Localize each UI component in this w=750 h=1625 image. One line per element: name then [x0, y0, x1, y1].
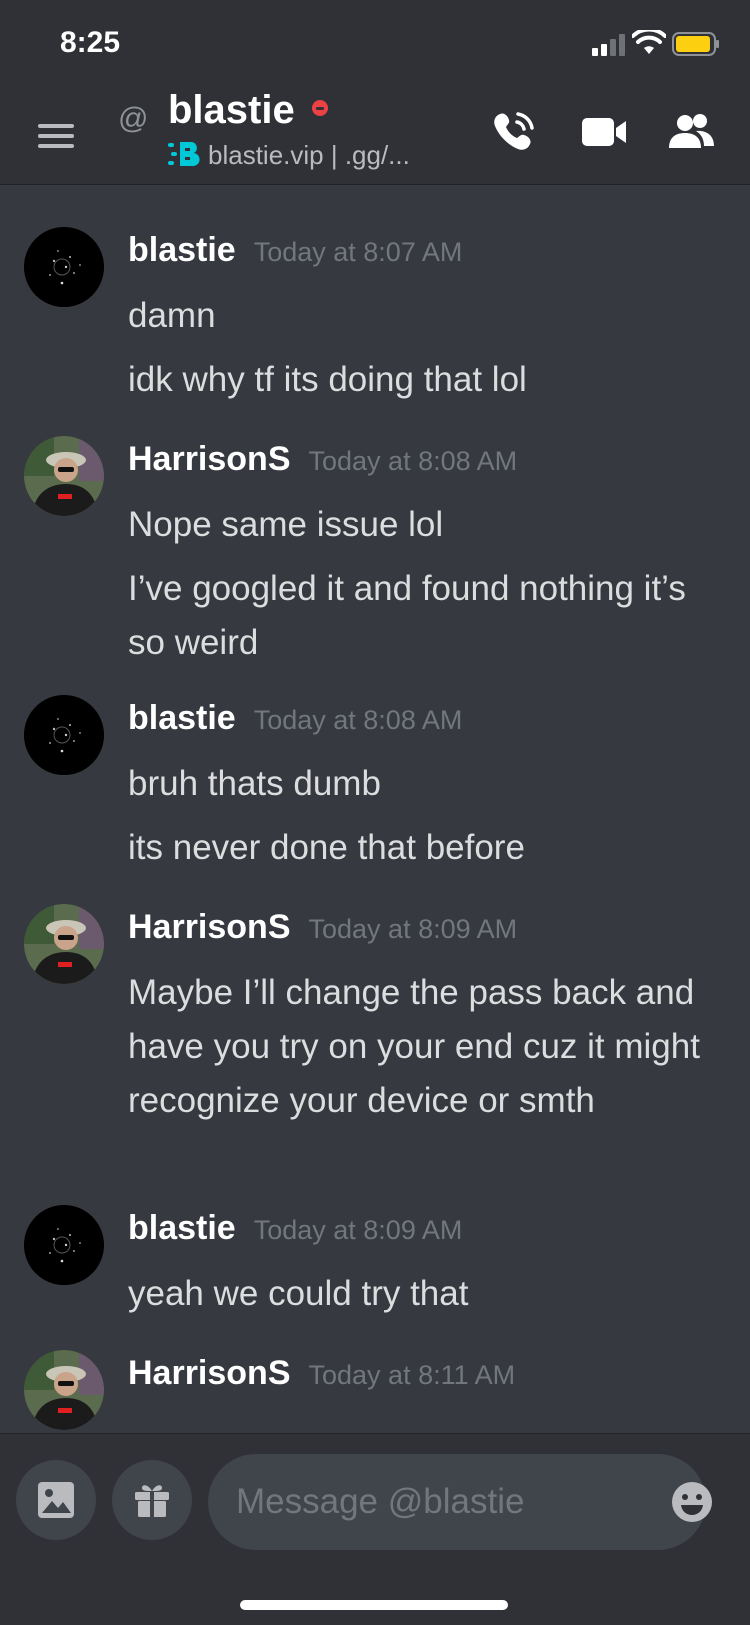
channel-header: @ blastie blastie.vip | .gg/...: [0, 88, 750, 185]
message-timestamp: Today at 8:07 AM: [253, 237, 463, 267]
home-indicator[interactable]: [240, 1600, 508, 1610]
message-content: damn idk why tf its doing that lol: [128, 289, 728, 417]
message-header: blastie Today at 8:08 AM: [128, 699, 462, 738]
wifi-icon: [632, 30, 666, 54]
emoji-icon[interactable]: [670, 1480, 714, 1524]
status-time: 8:25: [60, 26, 121, 59]
at-icon: @: [118, 102, 149, 135]
avatar-image: [24, 1350, 104, 1430]
message-header: blastie Today at 8:07 AM: [128, 231, 462, 270]
avatar[interactable]: [24, 227, 104, 307]
message-content: yeah we could try that: [128, 1267, 728, 1331]
message-content: Nope same issue lol I’ve googled it and f…: [128, 498, 728, 680]
custom-status-text: blastie.vip | .gg/...: [208, 140, 410, 170]
avatar[interactable]: [24, 904, 104, 984]
message-timestamp: Today at 8:09 AM: [253, 1215, 463, 1245]
message-author[interactable]: HarrisonS: [128, 440, 291, 478]
custom-status-icon: [168, 142, 200, 167]
avatar-image: [24, 227, 104, 307]
avatar-image: [24, 904, 104, 984]
message-text[interactable]: Maybe I’ll change the pass back and have…: [128, 966, 728, 1128]
avatar-image: [24, 436, 104, 516]
message-composer: [0, 1433, 750, 1625]
gift-icon: [135, 1485, 169, 1517]
dnd-status-icon: [312, 100, 328, 116]
status-bar: 8:25: [0, 0, 750, 88]
message-text[interactable]: yeah we could try that: [128, 1267, 728, 1321]
avatar-image: [24, 695, 104, 775]
video-icon[interactable]: [580, 110, 628, 154]
attach-image-button[interactable]: [16, 1460, 96, 1540]
message-header: HarrisonS Today at 8:11 AM: [128, 1354, 515, 1393]
avatar[interactable]: [24, 1350, 104, 1430]
avatar-image: [24, 1205, 104, 1285]
image-icon: [38, 1482, 74, 1518]
message-timestamp: Today at 8:09 AM: [308, 914, 518, 944]
call-icon[interactable]: [490, 108, 538, 156]
battery-icon: [672, 32, 719, 56]
avatar[interactable]: [24, 695, 104, 775]
message-author[interactable]: blastie: [128, 231, 236, 269]
avatar[interactable]: [24, 436, 104, 516]
message-text[interactable]: Nope same issue lol: [128, 498, 728, 552]
dm-username[interactable]: blastie: [168, 88, 295, 133]
message-text[interactable]: idk why tf its doing that lol: [128, 353, 728, 407]
gift-button[interactable]: [112, 1460, 192, 1540]
message-header: blastie Today at 8:09 AM: [128, 1209, 462, 1248]
message-content: bruh thats dumb its never done that befor…: [128, 757, 728, 885]
avatar[interactable]: [24, 1205, 104, 1285]
message-header: HarrisonS Today at 8:08 AM: [128, 440, 517, 479]
message-input[interactable]: [208, 1454, 706, 1550]
message-content: Maybe I’ll change the pass back and have…: [128, 966, 728, 1138]
message-timestamp: Today at 8:11 AM: [308, 1360, 516, 1390]
message-text[interactable]: damn: [128, 289, 728, 343]
message-author[interactable]: blastie: [128, 699, 236, 737]
message-list[interactable]: blastie Today at 8:07 AM damn idk why tf it…: [0, 185, 750, 1433]
message-text[interactable]: its never done that before: [128, 821, 728, 875]
hamburger-icon[interactable]: [36, 116, 76, 156]
signal-icon: [592, 34, 625, 56]
message-author[interactable]: HarrisonS: [128, 1354, 291, 1392]
message-author[interactable]: blastie: [128, 1209, 236, 1247]
message-timestamp: Today at 8:08 AM: [253, 705, 463, 735]
message-timestamp: Today at 8:08 AM: [308, 446, 518, 476]
message-text[interactable]: bruh thats dumb: [128, 757, 728, 811]
members-icon[interactable]: [666, 110, 716, 154]
message-header: HarrisonS Today at 8:09 AM: [128, 908, 517, 947]
message-author[interactable]: HarrisonS: [128, 908, 291, 946]
message-text[interactable]: I’ve googled it and found nothing it’s s…: [128, 562, 728, 670]
